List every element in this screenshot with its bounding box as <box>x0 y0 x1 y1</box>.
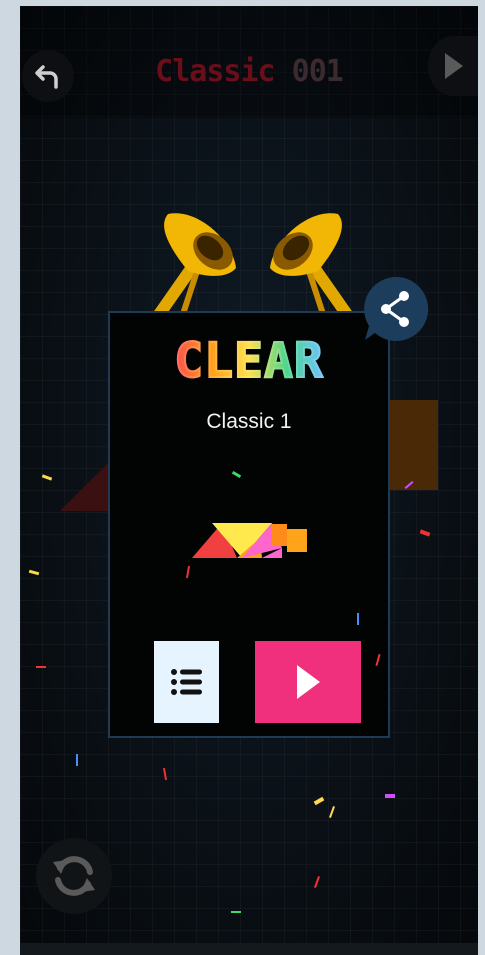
bottom-bar <box>20 943 478 955</box>
refresh-icon <box>53 856 95 896</box>
background-puzzle-square <box>385 400 438 490</box>
confetti <box>385 794 395 798</box>
solved-puzzle-image <box>192 523 307 558</box>
confetti <box>231 911 241 913</box>
clear-heading-text: CLEAR <box>173 332 324 390</box>
restart-button[interactable] <box>36 838 112 914</box>
play-triangle-icon <box>445 53 463 79</box>
level-title: Classic 001 <box>20 54 478 89</box>
trumpet-left-image <box>152 213 236 321</box>
confetti <box>357 613 359 625</box>
play-triangle-icon <box>297 665 320 699</box>
next-level-dialog-button[interactable] <box>255 641 361 723</box>
game-screen: Classic 001 CLEAR Classic 1 <box>20 6 478 955</box>
confetti <box>36 666 46 668</box>
next-level-button[interactable] <box>428 36 478 96</box>
level-title-number: 001 <box>291 54 344 89</box>
share-button[interactable] <box>363 276 429 342</box>
level-clear-dialog: CLEAR Classic 1 <box>108 311 390 738</box>
trumpet-right-image <box>270 213 354 321</box>
level-list-button[interactable] <box>154 641 219 723</box>
clear-heading: CLEAR <box>110 332 388 390</box>
confetti <box>76 754 78 766</box>
list-icon <box>170 669 202 695</box>
level-title-mode: Classic <box>155 54 275 89</box>
level-name: Classic 1 <box>206 410 292 433</box>
